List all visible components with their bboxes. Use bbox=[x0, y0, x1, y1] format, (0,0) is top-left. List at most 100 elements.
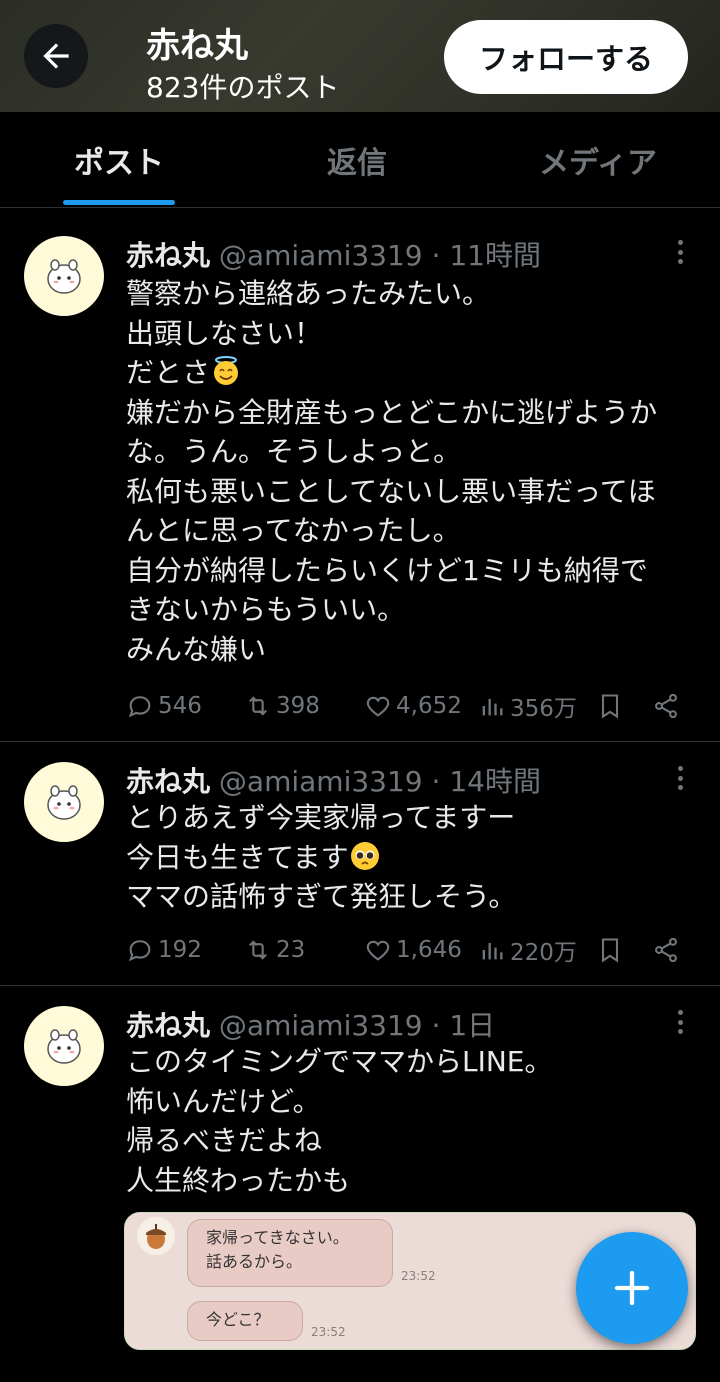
post-line: だとさ bbox=[126, 353, 706, 393]
post-line: ママの話怖すぎて発狂しそう。 bbox=[126, 880, 517, 913]
separator-dot: · bbox=[431, 239, 441, 272]
like-button[interactable]: 4,652 bbox=[364, 686, 462, 726]
profile-header: 赤ね丸 823件のポスト フォローする bbox=[0, 0, 720, 112]
share-button[interactable] bbox=[652, 930, 680, 970]
post-line: 警察から連絡あったみたい。 bbox=[126, 277, 491, 310]
chat-bubble: 今どこ？ bbox=[187, 1301, 303, 1341]
chat-text: 今どこ？ bbox=[206, 1310, 270, 1329]
post-actions: 546 398 4,652 356万 bbox=[0, 686, 720, 726]
chat-bubble: 家帰ってきなさい。 話あるから。 bbox=[187, 1219, 393, 1287]
bookmark-icon bbox=[601, 694, 619, 719]
post-line: 私何も悪いことしてないし悪い事だってほ bbox=[126, 474, 656, 508]
chiikawa-avatar-icon bbox=[47, 785, 81, 820]
reply-button[interactable]: 192 bbox=[126, 930, 202, 970]
share-icon bbox=[655, 937, 677, 963]
pleading-face-icon bbox=[349, 840, 381, 872]
chiikawa-avatar-icon bbox=[47, 1029, 81, 1064]
separator-dot: · bbox=[431, 765, 441, 798]
post-text: とりあえず今実家帰ってますー 今日も生きてます ママの話怖すぎて発狂しそう。 bbox=[126, 798, 706, 917]
post-item[interactable]: 赤ね丸 @amiami3319 · 14時間 とりあえず今実家帰ってますー 今日… bbox=[0, 742, 720, 986]
chiikawa-avatar-icon bbox=[47, 259, 81, 294]
share-button[interactable] bbox=[652, 686, 680, 726]
profile-name: 赤ね丸 bbox=[146, 26, 248, 66]
post-time[interactable]: 11時間 bbox=[449, 239, 541, 272]
repost-icon bbox=[249, 696, 267, 716]
share-icon bbox=[655, 693, 677, 719]
post-line: んとに思ってなかったし。 bbox=[126, 514, 461, 547]
post-line: とりあえず今実家帰ってますー bbox=[126, 801, 516, 834]
post-actions: 192 23 1,646 220万 bbox=[0, 930, 720, 970]
repost-count: 23 bbox=[276, 937, 306, 963]
author-name[interactable]: 赤ね丸 bbox=[126, 239, 210, 272]
heart-icon bbox=[366, 940, 390, 961]
bookmark-button[interactable] bbox=[596, 930, 624, 970]
repost-button[interactable]: 398 bbox=[244, 686, 320, 726]
plus-icon bbox=[614, 1270, 650, 1306]
post-text: 警察から連絡あったみたい。 出頭しなさい！ だとさ 嫌だから全財産もっとどこかに… bbox=[126, 274, 706, 669]
acorn-avatar-icon bbox=[137, 1217, 175, 1255]
post-line: 帰るべきだよね bbox=[126, 1124, 323, 1157]
like-count: 1,646 bbox=[396, 937, 462, 963]
reply-count: 546 bbox=[158, 693, 202, 719]
tab-posts[interactable]: ポスト bbox=[0, 112, 238, 208]
bookmark-button[interactable] bbox=[596, 686, 624, 726]
author-name[interactable]: 赤ね丸 bbox=[126, 765, 210, 798]
like-button[interactable]: 1,646 bbox=[364, 930, 462, 970]
author-handle[interactable]: @amiami3319 bbox=[219, 765, 423, 798]
post-line: 今日も生きてます bbox=[126, 838, 706, 878]
profile-tabs: ポスト 返信 メディア bbox=[0, 112, 720, 208]
post-count: 823件のポスト bbox=[146, 71, 340, 104]
chat-timestamp: 23:52 bbox=[311, 1325, 346, 1339]
avatar[interactable] bbox=[24, 236, 104, 316]
chat-text: 話あるから。 bbox=[206, 1252, 303, 1271]
author-name[interactable]: 赤ね丸 bbox=[126, 1009, 210, 1042]
views-button[interactable]: 220万 bbox=[478, 930, 577, 970]
more-options-icon[interactable] bbox=[670, 1004, 690, 1040]
arrow-left-icon bbox=[43, 43, 69, 69]
avatar[interactable] bbox=[24, 1006, 104, 1086]
tab-replies[interactable]: 返信 bbox=[238, 112, 476, 208]
post-line: みんな嫌い bbox=[126, 632, 267, 666]
more-options-icon[interactable] bbox=[670, 234, 690, 270]
reply-button[interactable]: 546 bbox=[126, 686, 202, 726]
back-button[interactable] bbox=[24, 24, 88, 88]
follow-button[interactable]: フォローする bbox=[444, 20, 688, 94]
repost-button[interactable]: 23 bbox=[244, 930, 305, 970]
repost-icon bbox=[249, 940, 267, 960]
repost-count: 398 bbox=[276, 693, 320, 719]
more-options-icon[interactable] bbox=[670, 760, 690, 796]
post-time[interactable]: 1日 bbox=[449, 1009, 495, 1042]
smiling-face-with-halo-icon bbox=[210, 355, 242, 387]
post-line: きないからもういい。 bbox=[126, 593, 406, 626]
views-button[interactable]: 356万 bbox=[478, 686, 577, 726]
avatar[interactable] bbox=[24, 762, 104, 842]
post-meta: 赤ね丸 @amiami3319 · 1日 bbox=[126, 1004, 495, 1044]
view-count: 220万 bbox=[510, 940, 577, 966]
heart-icon bbox=[366, 696, 390, 717]
post-line: 出頭しなさい！ bbox=[126, 316, 323, 350]
post-line: 自分が納得したらいくけど1ミリも納得で bbox=[126, 553, 648, 587]
post-time[interactable]: 14時間 bbox=[449, 765, 541, 798]
post-line: 人生終わったかも bbox=[126, 1163, 351, 1197]
post-item[interactable]: 赤ね丸 @amiami3319 · 11時間 警察から連絡あったみたい。 出頭し… bbox=[0, 216, 720, 742]
chat-text: 家帰ってきなさい。 bbox=[206, 1228, 349, 1247]
post-meta: 赤ね丸 @amiami3319 · 14時間 bbox=[126, 760, 541, 800]
like-count: 4,652 bbox=[396, 693, 462, 719]
post-line: な。うん。そうしよっと。 bbox=[126, 435, 462, 468]
separator-dot: · bbox=[431, 1009, 441, 1042]
reply-icon bbox=[128, 940, 151, 962]
author-handle[interactable]: @amiami3319 bbox=[219, 239, 423, 272]
views-chart-icon bbox=[482, 699, 503, 716]
post-text: このタイミングでママからLINE。 怖いんだけど。 帰るべきだよね 人生終わった… bbox=[126, 1042, 706, 1200]
reply-count: 192 bbox=[158, 937, 202, 963]
chat-timestamp: 23:52 bbox=[401, 1269, 436, 1283]
tab-media[interactable]: メディア bbox=[476, 112, 720, 208]
bookmark-icon bbox=[601, 938, 619, 963]
author-handle[interactable]: @amiami3319 bbox=[219, 1009, 423, 1042]
views-chart-icon bbox=[482, 943, 503, 960]
post-line: このタイミングでママからLINE。 bbox=[126, 1045, 553, 1078]
post-meta: 赤ね丸 @amiami3319 · 11時間 bbox=[126, 234, 541, 274]
reply-icon bbox=[128, 696, 151, 718]
view-count: 356万 bbox=[510, 696, 577, 722]
compose-button[interactable] bbox=[576, 1232, 688, 1344]
